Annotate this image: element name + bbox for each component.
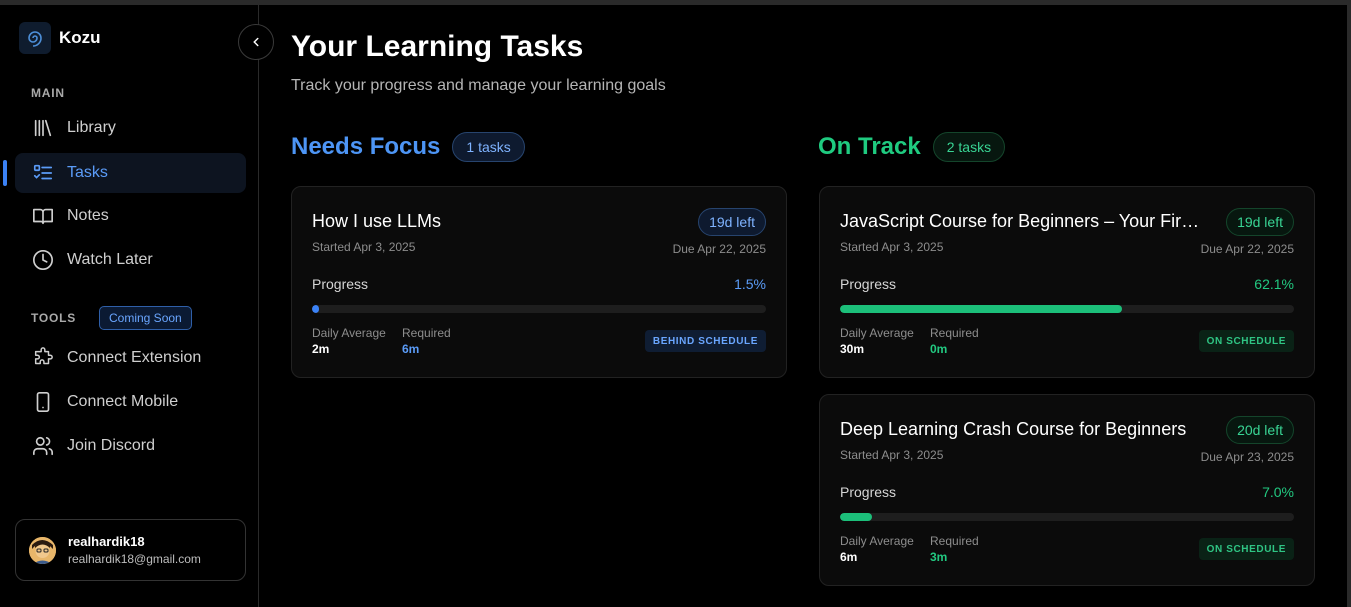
sidebar-item-tasks[interactable]: Tasks <box>15 153 246 193</box>
needs-focus-header: Needs Focus 1 tasks <box>291 132 525 162</box>
task-title: Deep Learning Crash Course for Beginners <box>840 419 1187 439</box>
needs-focus-count-badge: 1 tasks <box>452 132 525 162</box>
progress-bar <box>312 305 766 313</box>
user-name: realhardik18 <box>68 534 145 549</box>
avatar <box>29 536 56 564</box>
daily-average-value: 2m <box>312 342 330 356</box>
sidebar-item-label: Notes <box>67 207 109 224</box>
progress-fill <box>840 305 1122 313</box>
task-due-date: Due Apr 22, 2025 <box>672 242 766 256</box>
task-due-date: Due Apr 23, 2025 <box>1200 450 1294 464</box>
task-due-date: Due Apr 22, 2025 <box>1200 242 1294 256</box>
required-label: Required <box>402 326 451 340</box>
sidebar-item-watch-later[interactable]: Watch Later <box>15 240 246 280</box>
sidebar-item-label: Tasks <box>67 164 108 181</box>
progress-bar <box>840 305 1294 313</box>
phone-icon <box>31 390 55 414</box>
required-value: 0m <box>930 342 948 356</box>
task-start-date: Started Apr 3, 2025 <box>312 240 416 254</box>
required-label: Required <box>930 534 979 548</box>
clock-icon <box>31 248 55 272</box>
scrollbar-track[interactable] <box>1347 5 1351 607</box>
sidebar: Kozu MAIN Library Tasks Notes Watch Late… <box>0 5 259 607</box>
progress-fill <box>312 305 319 313</box>
on-track-count-badge: 2 tasks <box>932 132 1006 162</box>
brand[interactable]: Kozu <box>19 22 101 54</box>
status-badge: BEHIND SCHEDULE <box>644 330 766 352</box>
library-icon <box>31 116 55 140</box>
book-icon <box>31 204 55 228</box>
task-card[interactable]: JavaScript Course for Beginners – Your F… <box>819 186 1315 378</box>
progress-percent: 62.1% <box>1254 276 1294 292</box>
sidebar-item-label: Connect Mobile <box>67 393 179 410</box>
daily-average-label: Daily Average <box>840 534 914 548</box>
active-nav-indicator <box>3 160 7 186</box>
progress-bar <box>840 513 1294 521</box>
daily-average-value: 6m <box>840 550 858 564</box>
task-title: JavaScript Course for Beginners – Your F… <box>840 211 1200 231</box>
puzzle-icon <box>31 346 55 370</box>
days-left-badge: 20d left <box>1226 416 1294 444</box>
page-title: Your Learning Tasks <box>291 30 584 63</box>
sidebar-item-label: Library <box>67 119 116 136</box>
progress-label: Progress <box>840 484 897 500</box>
on-track-header: On Track 2 tasks <box>818 132 1006 162</box>
sidebar-item-notes[interactable]: Notes <box>15 196 246 236</box>
progress-fill <box>840 513 872 521</box>
task-start-date: Started Apr 3, 2025 <box>840 240 944 254</box>
sidebar-item-label: Join Discord <box>67 437 156 454</box>
required-label: Required <box>930 326 979 340</box>
progress-label: Progress <box>840 276 897 292</box>
collapse-sidebar-button[interactable] <box>238 24 274 60</box>
sidebar-item-connect-mobile[interactable]: Connect Mobile <box>15 382 246 422</box>
progress-percent: 1.5% <box>734 276 766 292</box>
daily-average-label: Daily Average <box>312 326 386 340</box>
user-email: realhardik18@gmail.com <box>68 552 201 566</box>
required-value: 6m <box>402 342 420 356</box>
task-card[interactable]: How I use LLMs Started Apr 3, 2025 19d l… <box>291 186 787 378</box>
days-left-badge: 19d left <box>698 208 766 236</box>
task-card[interactable]: Deep Learning Crash Course for Beginners… <box>819 394 1315 586</box>
sidebar-item-library[interactable]: Library <box>15 108 246 148</box>
sidebar-item-connect-extension[interactable]: Connect Extension <box>15 338 246 378</box>
page-subtitle: Track your progress and manage your lear… <box>291 77 666 94</box>
app-name: Kozu <box>59 28 101 47</box>
chevron-left-icon <box>253 37 259 47</box>
tasks-icon <box>31 161 55 185</box>
user-profile-card[interactable]: realhardik18 realhardik18@gmail.com <box>15 519 246 581</box>
on-track-title: On Track <box>818 133 921 160</box>
task-start-date: Started Apr 3, 2025 <box>840 448 944 462</box>
coming-soon-badge: Coming Soon <box>99 306 192 330</box>
sidebar-item-label: Watch Later <box>67 251 153 268</box>
users-icon <box>31 434 55 458</box>
required-value: 3m <box>930 550 948 564</box>
daily-average-label: Daily Average <box>840 326 914 340</box>
kozu-logo-icon <box>19 22 51 54</box>
sidebar-item-label: Connect Extension <box>67 349 202 366</box>
main-section-label: MAIN <box>31 86 65 100</box>
task-title: How I use LLMs <box>312 211 442 231</box>
sidebar-item-join-discord[interactable]: Join Discord <box>15 426 246 466</box>
progress-percent: 7.0% <box>1262 484 1294 500</box>
status-badge: ON SCHEDULE <box>1198 330 1294 352</box>
progress-label: Progress <box>312 276 369 292</box>
tools-section-label: TOOLS <box>31 311 77 325</box>
days-left-badge: 19d left <box>1226 208 1294 236</box>
needs-focus-title: Needs Focus <box>291 133 441 160</box>
daily-average-value: 30m <box>840 342 865 356</box>
status-badge: ON SCHEDULE <box>1198 538 1294 560</box>
